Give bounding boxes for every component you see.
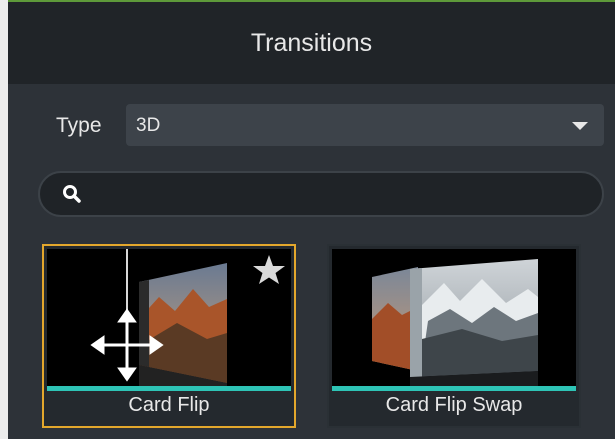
type-dropdown-value: 3D: [136, 115, 161, 136]
chevron-down-icon: [572, 122, 588, 130]
search-input[interactable]: [38, 171, 604, 217]
card-accent-bar: [332, 386, 576, 391]
panel-title: Transitions: [250, 28, 373, 57]
card-flip-label: Card Flip: [128, 394, 210, 416]
type-dropdown[interactable]: 3D: [126, 104, 604, 146]
transition-card-card-flip[interactable]: Card Flip: [42, 244, 296, 428]
type-label: Type: [56, 114, 102, 137]
card-flip-swap-label: Card Flip Swap: [385, 394, 523, 416]
card-accent-bar: [47, 386, 291, 391]
card-flip-swap-thumbnail: [332, 249, 576, 387]
panel-header: Transitions: [8, 2, 615, 84]
window-left-edge: [0, 0, 8, 439]
card-flip-thumbnail: [47, 249, 291, 387]
search-icon: [63, 185, 81, 203]
star-icon[interactable]: [253, 255, 285, 284]
transition-card-card-flip-swap[interactable]: Card Flip Swap: [327, 244, 581, 428]
transitions-panel: Transitions Type 3D Card Flip Card Flip …: [8, 2, 615, 439]
